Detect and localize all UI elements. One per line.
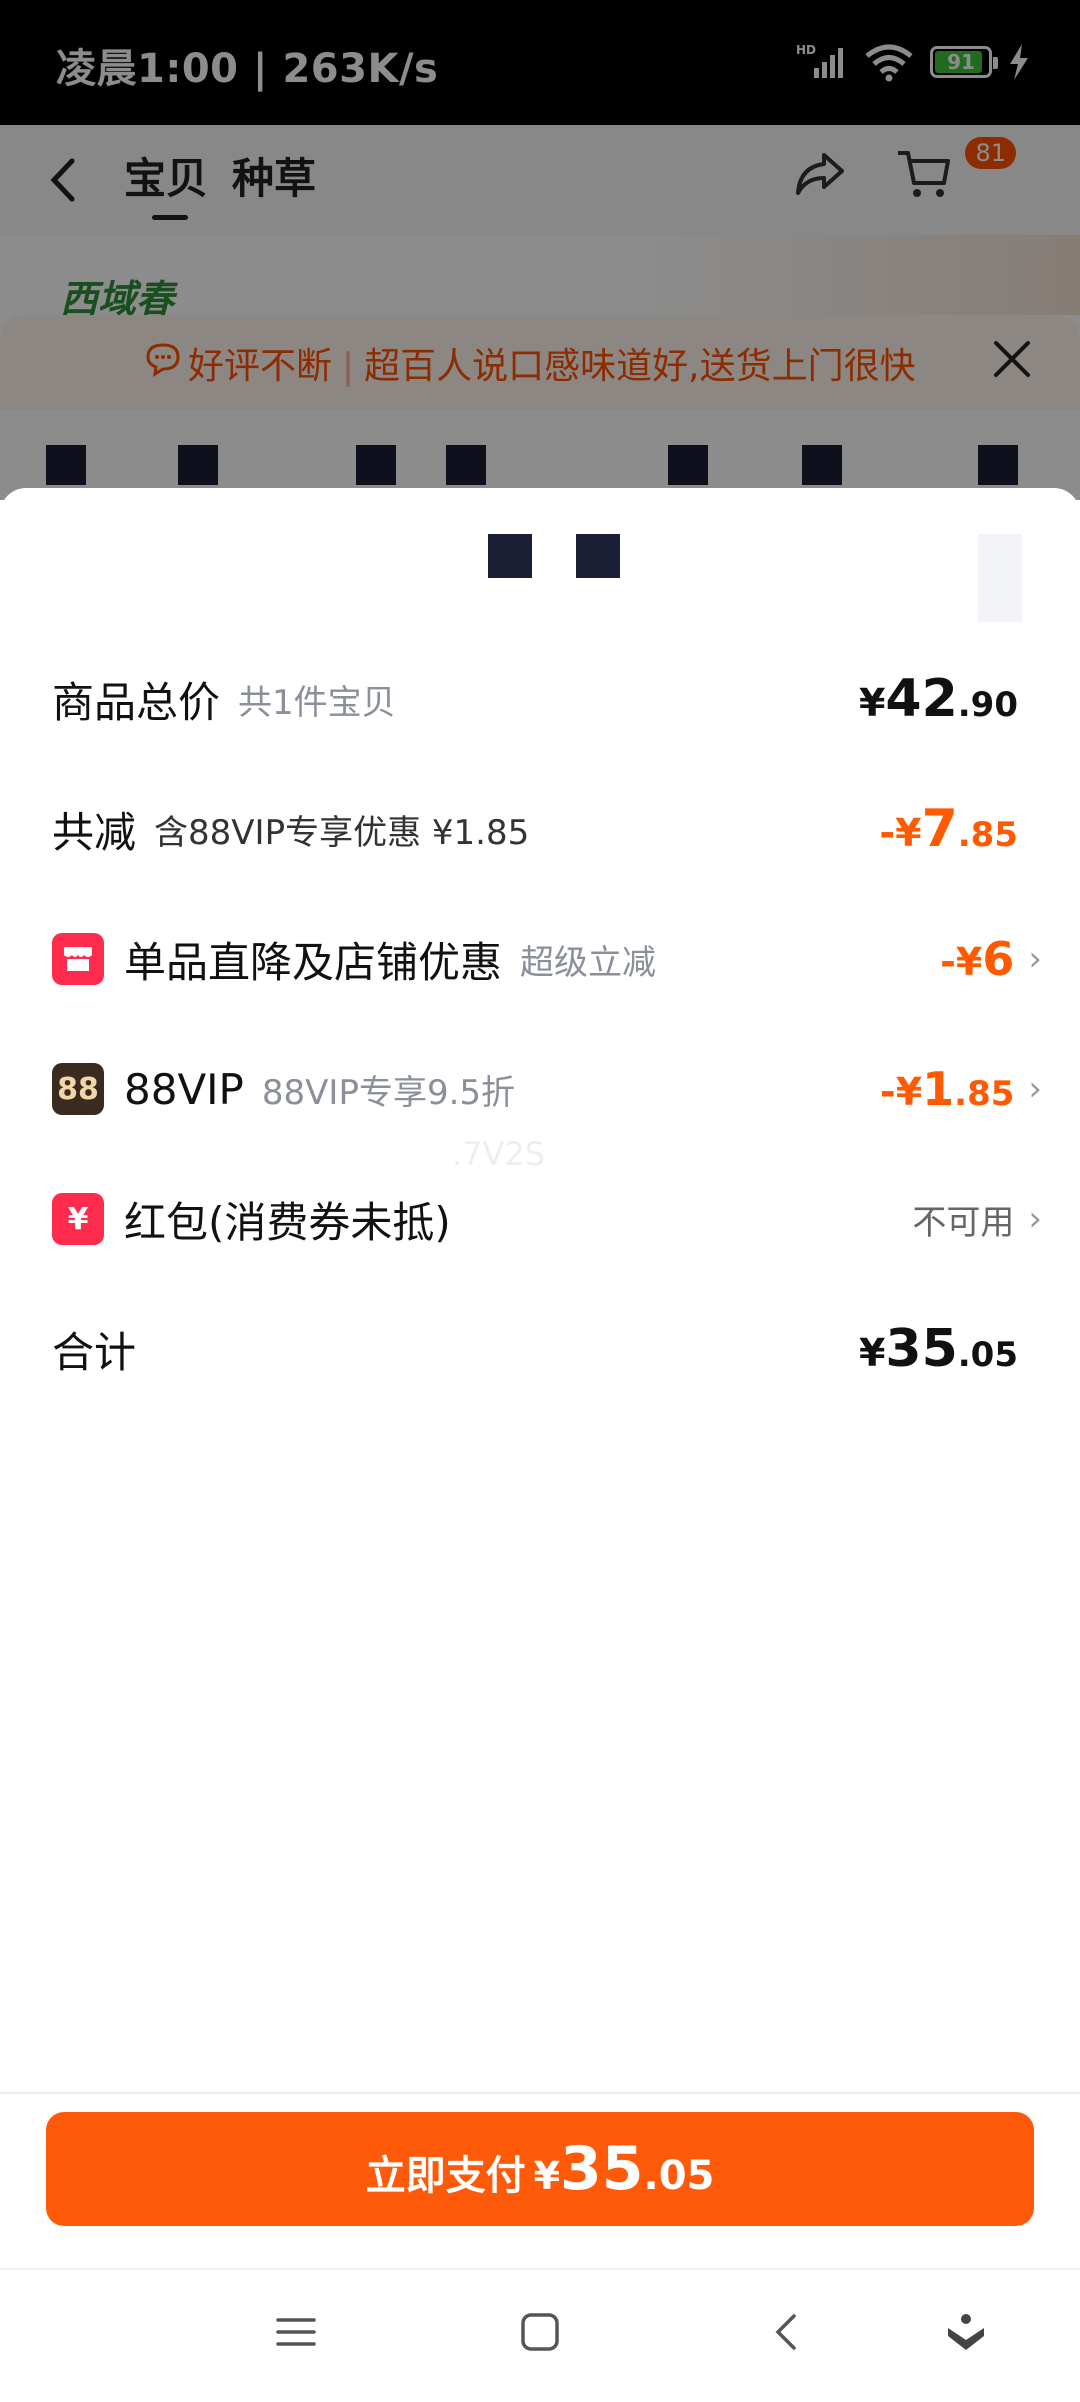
vip-label: 88VIP xyxy=(124,1064,244,1114)
chevron-right-icon: › xyxy=(1028,1069,1042,1109)
shop-discount-label: 单品直降及店铺优惠 xyxy=(124,937,503,987)
currency-symbol: -¥ xyxy=(879,811,922,855)
row-red-packet[interactable]: ¥ 红包(消费券未抵) 不可用 › xyxy=(52,1184,1042,1254)
row-88vip[interactable]: 88 88VIP 88VIP专享9.5折 -¥ 1 .85 › xyxy=(52,1054,1042,1124)
reduction-amount: -¥ 7 .85 xyxy=(879,799,1018,859)
unavailable-text: 不可用 xyxy=(912,1202,1015,1243)
price-integer: 1 xyxy=(922,1062,955,1116)
redacted-block xyxy=(576,534,620,578)
pay-label: 立即支付 xyxy=(365,2153,526,2199)
price-integer: 42 xyxy=(885,669,958,729)
row-shop-discount[interactable]: 单品直降及店铺优惠 超级立减 -¥ 6 › xyxy=(52,924,1042,994)
total-label: 商品总价 xyxy=(52,677,221,727)
price-detail-sheet: 商品总价 共1件宝贝 ¥ 42 .90 共减 含88VIP专享优惠 ¥1.85 … xyxy=(0,488,1080,2268)
shop-discount-amount: -¥ 6 xyxy=(940,932,1014,986)
dim-overlay[interactable] xyxy=(0,0,1080,500)
total-count: 共1件宝贝 xyxy=(238,682,396,723)
total-price: ¥ 42 .90 xyxy=(859,669,1018,729)
vip-detail: 88VIP专享9.5折 xyxy=(261,1072,516,1113)
price-decimal: .85 xyxy=(957,815,1018,855)
sheet-close-area[interactable] xyxy=(978,534,1022,622)
reduction-detail: 含88VIP专享优惠 ¥1.85 xyxy=(154,812,530,853)
footer-divider xyxy=(0,2092,1080,2094)
pay-currency: ¥ xyxy=(533,2154,561,2198)
chevron-right-icon: › xyxy=(1028,939,1042,979)
price-integer: 6 xyxy=(982,932,1015,986)
assistant-icon[interactable] xyxy=(944,2310,988,2354)
home-icon[interactable] xyxy=(518,2310,562,2354)
price-decimal: .90 xyxy=(957,685,1018,725)
red-packet-status: 不可用 xyxy=(912,1195,1014,1244)
shop-icon xyxy=(52,933,104,985)
shop-discount-tag: 超级立减 xyxy=(520,942,657,983)
row-subtotal: 合计 ¥ 35 .05 xyxy=(52,1314,1018,1384)
vip-discount-amount: -¥ 1 .85 xyxy=(880,1062,1014,1116)
price-integer: 35 xyxy=(885,1319,958,1379)
row-total-price: 商品总价 共1件宝贝 ¥ 42 .90 xyxy=(52,664,1018,734)
redacted-block xyxy=(488,534,532,578)
price-integer: 7 xyxy=(921,799,958,859)
subtotal-label: 合计 xyxy=(52,1327,137,1377)
currency-symbol: -¥ xyxy=(940,940,983,984)
sheet-title-redacted xyxy=(488,534,620,578)
row-total-reduction: 共减 含88VIP专享优惠 ¥1.85 -¥ 7 .85 xyxy=(52,794,1018,864)
chevron-right-icon: › xyxy=(1028,1199,1042,1239)
currency-symbol: -¥ xyxy=(879,1070,923,1114)
price-decimal: .85 xyxy=(954,1074,1015,1114)
vip-88-icon: 88 xyxy=(52,1063,104,1115)
red-packet-label: 红包(消费券未抵) xyxy=(124,1197,451,1247)
currency-symbol: ¥ xyxy=(858,1331,886,1375)
subtotal-price: ¥ 35 .05 xyxy=(859,1319,1018,1379)
reduction-label: 共减 xyxy=(52,807,137,857)
red-packet-icon: ¥ xyxy=(52,1193,104,1245)
menu-icon[interactable] xyxy=(274,2310,318,2354)
watermark: .7V2S xyxy=(452,1135,546,1173)
pay-now-button[interactable]: 立即支付 ¥ 35 .05 xyxy=(46,2112,1034,2226)
pay-integer: 35 xyxy=(560,2134,644,2204)
back-nav-icon[interactable] xyxy=(764,2310,808,2354)
currency-symbol: ¥ xyxy=(858,681,886,725)
system-nav-bar xyxy=(0,2268,1080,2402)
pay-decimal: .05 xyxy=(643,2153,715,2199)
price-decimal: .05 xyxy=(957,1335,1018,1375)
